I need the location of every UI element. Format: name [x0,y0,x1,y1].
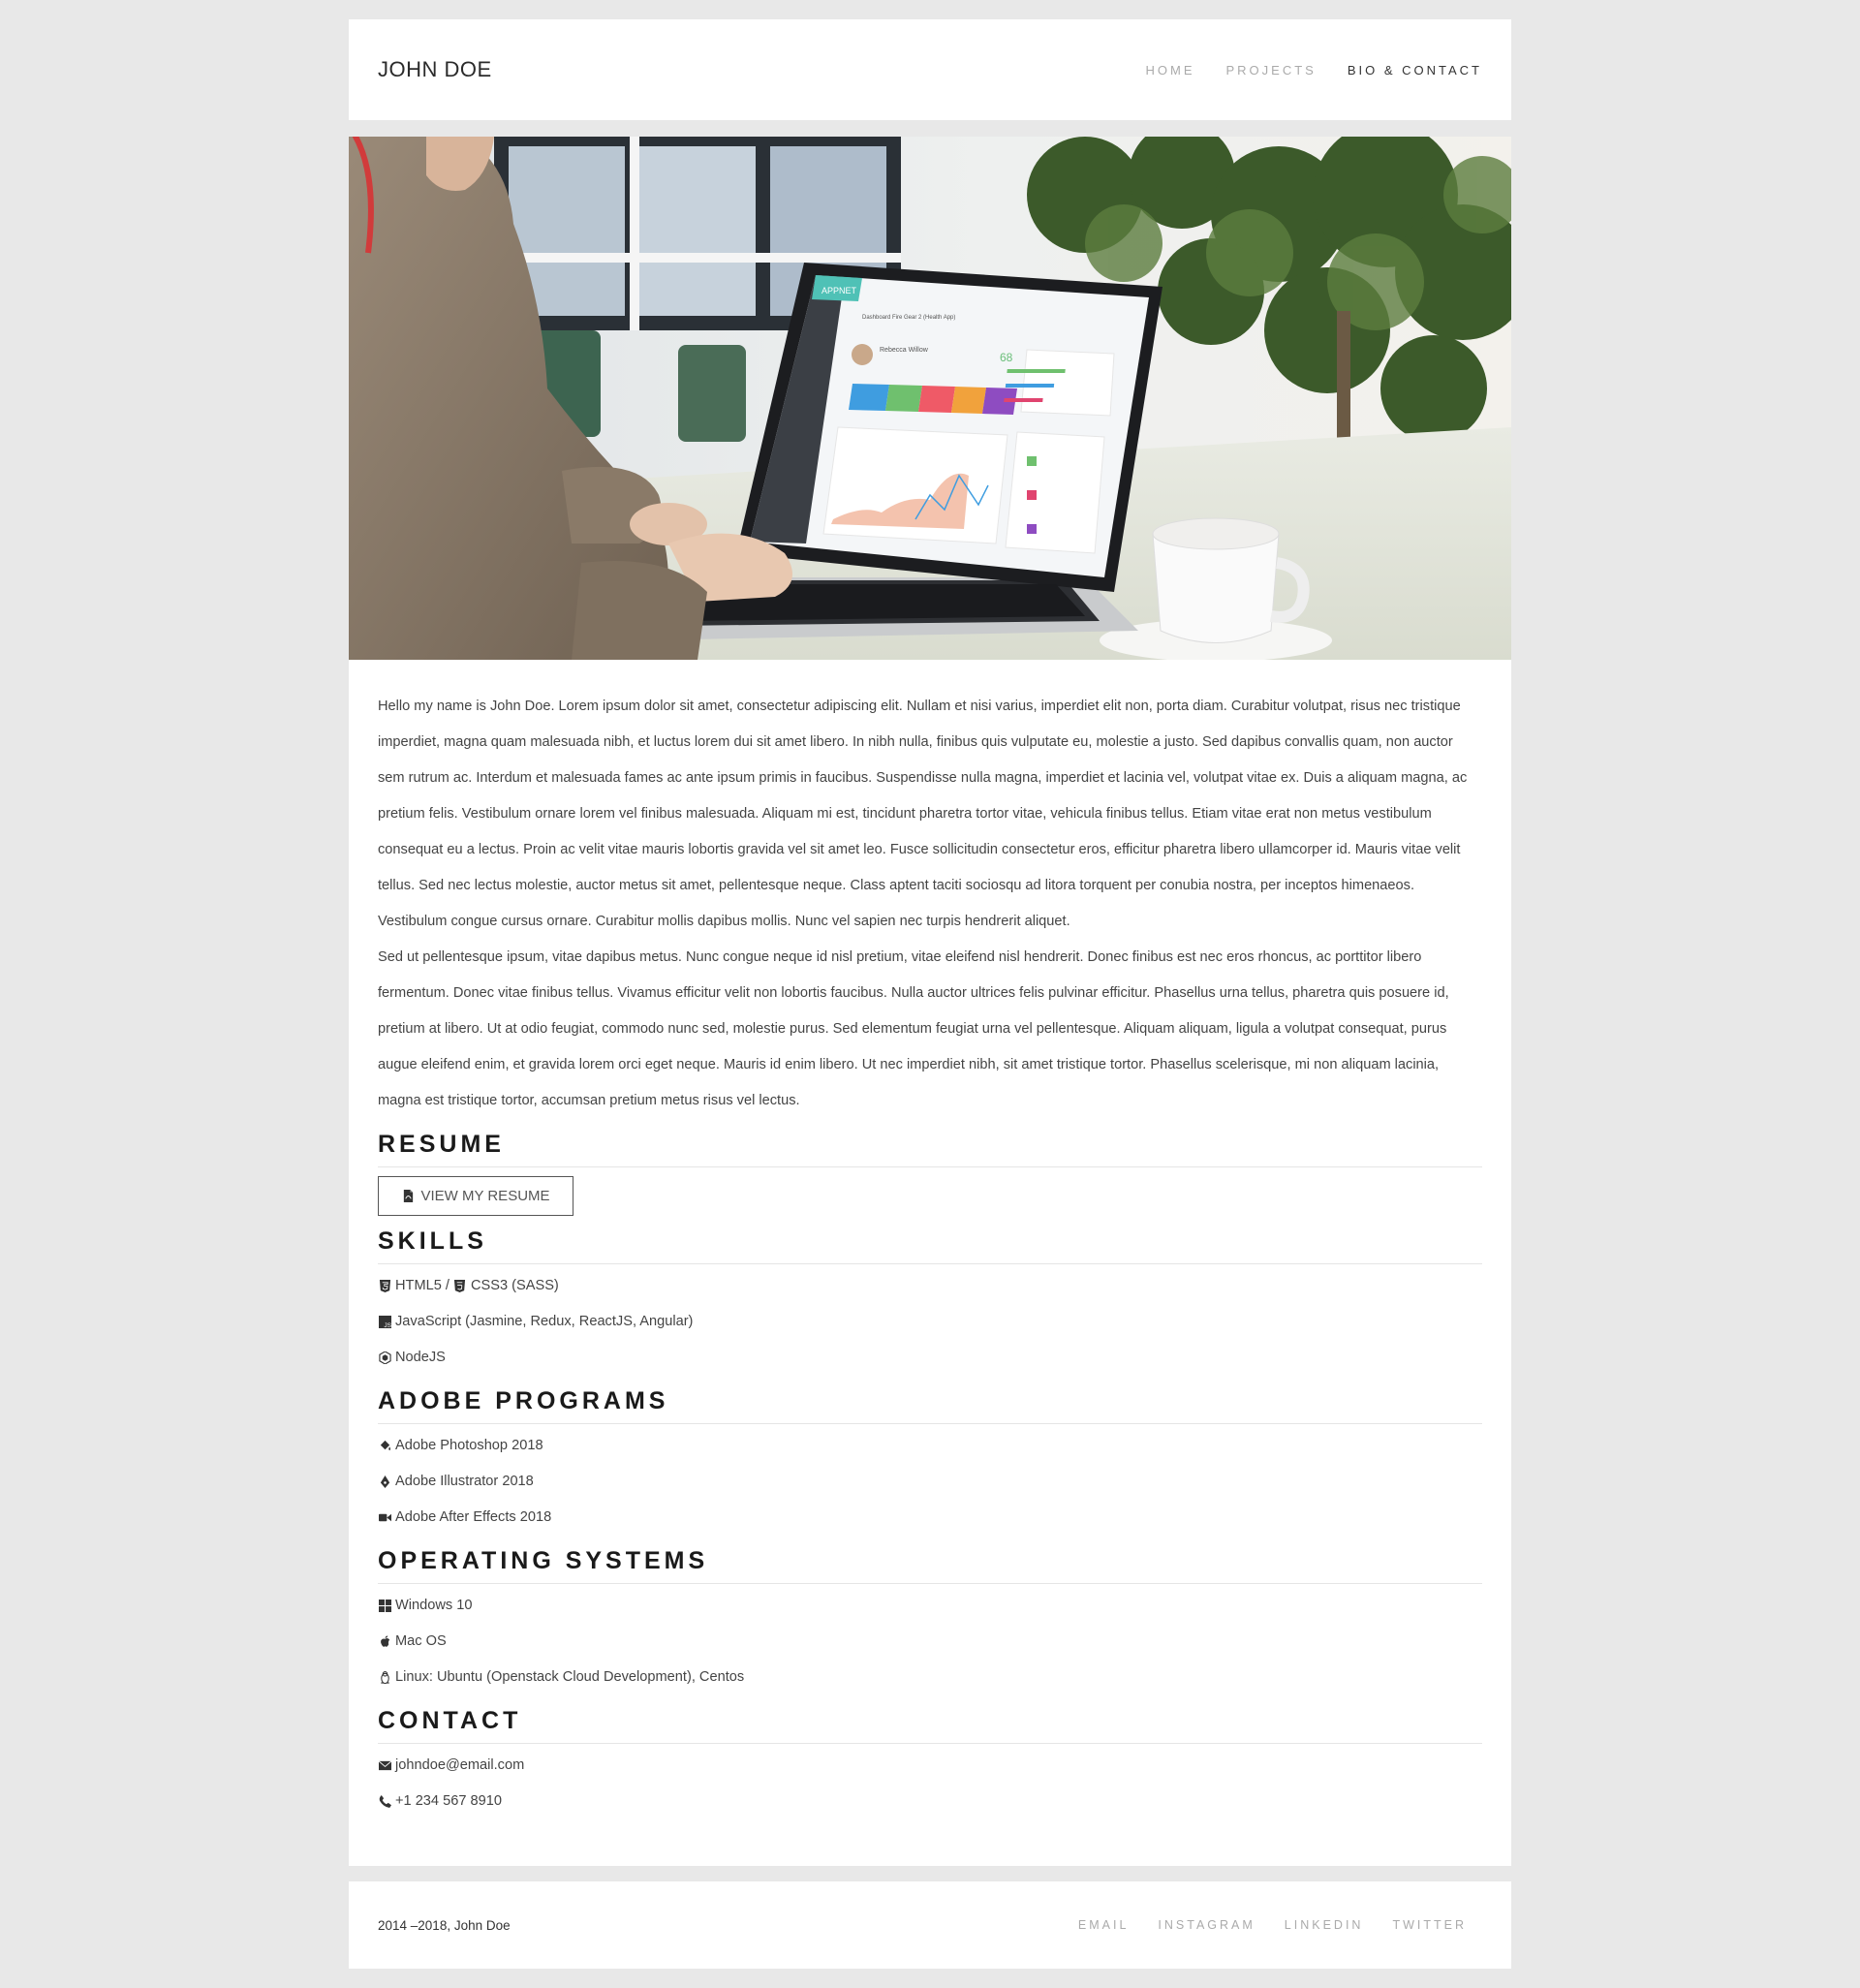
footer-copyright: 2014 –2018, John Doe [378,1917,511,1933]
envelope-icon [378,1759,391,1773]
site-brand[interactable]: JOHN DOE [378,57,492,82]
adobe-text: Adobe After Effects 2018 [395,1509,552,1525]
resume-heading: RESUME [378,1131,1482,1167]
contact-item-phone[interactable]: +1 234 567 8910 [378,1784,1482,1819]
hero-app-brand: APPNET [822,286,857,295]
pen-nib-icon [378,1475,391,1489]
skill-text: JavaScript (Jasmine, Redux, ReactJS, Ang… [395,1314,694,1329]
skill-item: NodeJS [378,1340,1482,1376]
os-item: Windows 10 [378,1588,1482,1624]
windows-icon [378,1600,391,1613]
contact-item-email[interactable]: johndoe@email.com [378,1748,1482,1784]
phone-icon [378,1795,391,1809]
site-footer: 2014 –2018, John Doe EMAIL INSTAGRAM LIN… [349,1881,1511,1969]
html5-icon [378,1280,391,1293]
footer-link-instagram[interactable]: INSTAGRAM [1158,1918,1255,1932]
bio-paragraph-1: Hello my name is John Doe. Lorem ipsum d… [378,699,1468,929]
hero-image: APPNET Dashboard Fire Gear 2 (Health App… [349,137,1511,660]
file-pdf-icon [401,1190,415,1203]
os-text: Mac OS [395,1633,447,1649]
adobe-heading: ADOBE PROGRAMS [378,1387,1482,1424]
os-item: Mac OS [378,1624,1482,1660]
adobe-item: Adobe After Effects 2018 [378,1500,1482,1536]
apple-icon [378,1635,391,1649]
site-header: JOHN DOE HOME PROJECTS BIO & CONTACT [349,19,1511,120]
nav-projects[interactable]: PROJECTS [1226,63,1317,78]
adobe-item: Adobe Illustrator 2018 [378,1464,1482,1500]
nav-bio-contact[interactable]: BIO & CONTACT [1348,63,1482,78]
skill-text: CSS3 (SASS) [470,1278,559,1293]
view-resume-button[interactable]: VIEW MY RESUME [378,1176,574,1216]
os-text: Linux: Ubuntu (Openstack Cloud Developme… [395,1669,745,1685]
adobe-text: Adobe Illustrator 2018 [395,1474,534,1489]
nav-home[interactable]: HOME [1146,63,1195,78]
os-item: Linux: Ubuntu (Openstack Cloud Developme… [378,1660,1482,1695]
footer-link-email[interactable]: EMAIL [1078,1918,1130,1932]
hero-screen-title: Dashboard Fire Gear 2 (Health App) [862,315,955,321]
svg-text:JS: JS [384,1322,391,1328]
os-list: Windows 10 Mac OS Linux: Ubuntu (Opensta… [378,1588,1482,1695]
video-camera-icon [378,1511,391,1525]
skills-list: HTML5 / CSS3 (SASS) JS JavaScript (Jasmi… [378,1268,1482,1376]
hero-profile-name: Rebecca Willow [880,347,929,354]
contact-heading: CONTACT [378,1707,1482,1744]
footer-social-links: EMAIL INSTAGRAM LINKEDIN TWITTER [1078,1918,1482,1932]
paint-bucket-icon [378,1440,391,1453]
view-resume-label: VIEW MY RESUME [420,1188,550,1204]
skill-text: HTML5 / [395,1278,450,1293]
footer-link-linkedin[interactable]: LINKEDIN [1285,1918,1364,1932]
skill-text: NodeJS [395,1350,446,1365]
hero-big-number: 68 [1000,351,1013,364]
nodejs-icon [378,1351,391,1365]
adobe-item: Adobe Photoshop 2018 [378,1428,1482,1464]
skill-item: HTML5 / CSS3 (SASS) [378,1268,1482,1304]
css3-icon [453,1280,467,1293]
javascript-icon: JS [378,1316,391,1329]
os-text: Windows 10 [395,1598,473,1613]
contact-list: johndoe@email.com +1 234 567 8910 [378,1748,1482,1819]
adobe-list: Adobe Photoshop 2018 Adobe Illustrator 2… [378,1428,1482,1536]
contact-phone-text[interactable]: +1 234 567 8910 [395,1784,502,1819]
os-heading: OPERATING SYSTEMS [378,1547,1482,1584]
bio-paragraph-2: Sed ut pellentesque ipsum, vitae dapibus… [378,949,1449,1108]
main-content: APPNET Dashboard Fire Gear 2 (Health App… [349,137,1511,1866]
footer-link-twitter[interactable]: TWITTER [1392,1918,1467,1932]
adobe-text: Adobe Photoshop 2018 [395,1438,543,1453]
contact-email-text[interactable]: johndoe@email.com [395,1748,524,1784]
linux-icon [378,1671,391,1685]
skills-heading: SKILLS [378,1227,1482,1264]
hero-photo-illustration: APPNET Dashboard Fire Gear 2 (Health App… [349,137,1511,660]
bio-section: Hello my name is John Doe. Lorem ipsum d… [378,689,1482,1119]
main-nav: HOME PROJECTS BIO & CONTACT [1146,63,1483,78]
skill-item: JS JavaScript (Jasmine, Redux, ReactJS, … [378,1304,1482,1340]
bio-content: Hello my name is John Doe. Lorem ipsum d… [349,660,1511,1819]
